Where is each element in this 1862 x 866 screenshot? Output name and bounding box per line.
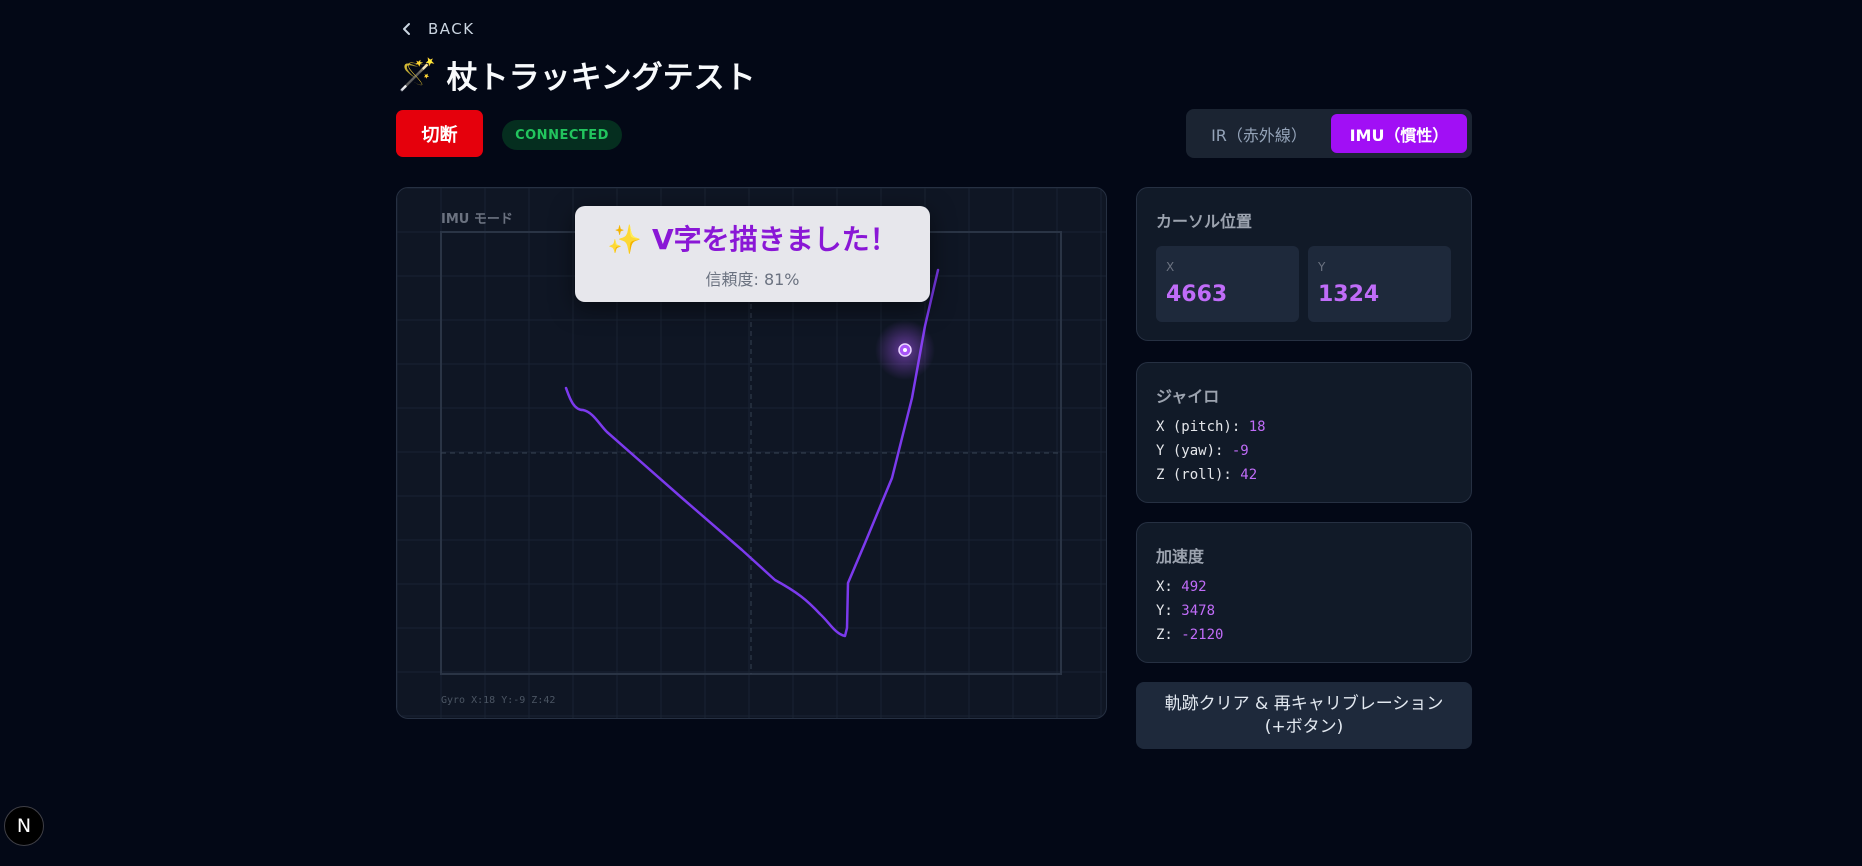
reading-label: Y (yaw): bbox=[1156, 443, 1232, 459]
reading-label: Z: bbox=[1156, 627, 1182, 643]
cursor-x-label: X bbox=[1166, 260, 1175, 274]
disconnect-button[interactable]: 切断 bbox=[396, 110, 483, 157]
page-title-text: 杖トラッキングテスト bbox=[446, 60, 756, 96]
reading-label: Z (roll): bbox=[1156, 467, 1241, 483]
magic-wand-icon: 🪄 bbox=[398, 57, 437, 93]
reading-value: 3478 bbox=[1181, 603, 1216, 619]
button-label-line1: 軌跡クリア & 再キャリブレーション bbox=[1164, 693, 1444, 714]
toast-title: ✨ V字を描きました！ bbox=[607, 223, 898, 256]
status-badge: CONNECTED bbox=[502, 120, 622, 150]
page-title: 🪄 杖トラッキングテスト bbox=[398, 52, 756, 97]
cursor-y-label: Y bbox=[1318, 260, 1326, 274]
cursor-x-value: 4663 bbox=[1166, 282, 1228, 307]
clear-recalibrate-button[interactable]: 軌跡クリア & 再キャリブレーション (+ボタン) bbox=[1136, 682, 1472, 749]
accel-y-reading: Y: 3478 bbox=[1156, 599, 1223, 623]
gyro-y-reading: Y (yaw): -9 bbox=[1156, 439, 1266, 463]
cursor-panel-title: カーソル位置 bbox=[1156, 212, 1253, 231]
button-label-line2: (+ボタン) bbox=[1264, 716, 1344, 737]
gyro-panel-title: ジャイロ bbox=[1156, 387, 1220, 406]
accel-panel-title: 加速度 bbox=[1156, 547, 1205, 566]
cursor-dot-center bbox=[903, 348, 907, 352]
next-logo-icon[interactable]: N bbox=[4, 806, 44, 846]
back-link[interactable]: BACK bbox=[400, 20, 475, 38]
reading-value: -9 bbox=[1231, 443, 1249, 459]
reading-value: 18 bbox=[1248, 419, 1266, 435]
back-label: BACK bbox=[428, 20, 475, 38]
gesture-toast: ✨ V字を描きました！ 信頼度: 81% bbox=[575, 206, 930, 302]
reading-label: X (pitch): bbox=[1156, 419, 1249, 435]
cursor-y-box: Y 1324 bbox=[1308, 246, 1451, 322]
gyro-readings: X (pitch): 18 Y (yaw): -9 Z (roll): 42 bbox=[1156, 415, 1266, 487]
chevron-left-icon bbox=[403, 23, 410, 35]
tab-ir-mode[interactable]: IR（赤外線） bbox=[1191, 114, 1327, 153]
toast-confidence: 信頼度: 81% bbox=[705, 270, 800, 289]
gyro-panel: ジャイロ X (pitch): 18 Y (yaw): -9 Z (roll):… bbox=[1136, 362, 1472, 503]
reading-label: X: bbox=[1156, 579, 1182, 595]
cursor-y-value: 1324 bbox=[1318, 282, 1380, 307]
tab-imu-mode[interactable]: IMU（慣性） bbox=[1331, 114, 1467, 153]
accel-panel: 加速度 X: 492 Y: 3478 Z: -2120 bbox=[1136, 522, 1472, 663]
gyro-x-reading: X (pitch): 18 bbox=[1156, 415, 1266, 439]
tracking-canvas[interactable]: IMU モード Gyro X:18 Y:-9 Z:42 ✨ V字を描きました！ … bbox=[396, 187, 1107, 719]
reading-label: Y: bbox=[1156, 603, 1182, 619]
cursor-position-panel: カーソル位置 X 4663 Y 1324 bbox=[1136, 187, 1472, 341]
reading-value: -2120 bbox=[1181, 627, 1224, 643]
reading-value: 492 bbox=[1181, 579, 1207, 595]
canvas-mode-label: IMU モード bbox=[441, 212, 513, 227]
accel-z-reading: Z: -2120 bbox=[1156, 623, 1223, 647]
canvas-gyro-readout: Gyro X:18 Y:-9 Z:42 bbox=[441, 695, 556, 706]
mode-switch: IR（赤外線） IMU（慣性） bbox=[1186, 109, 1472, 158]
accel-x-reading: X: 492 bbox=[1156, 575, 1223, 599]
cursor-x-box: X 4663 bbox=[1156, 246, 1299, 322]
accel-readings: X: 492 Y: 3478 Z: -2120 bbox=[1156, 575, 1223, 647]
reading-value: 42 bbox=[1240, 467, 1258, 483]
gyro-z-reading: Z (roll): 42 bbox=[1156, 463, 1266, 487]
